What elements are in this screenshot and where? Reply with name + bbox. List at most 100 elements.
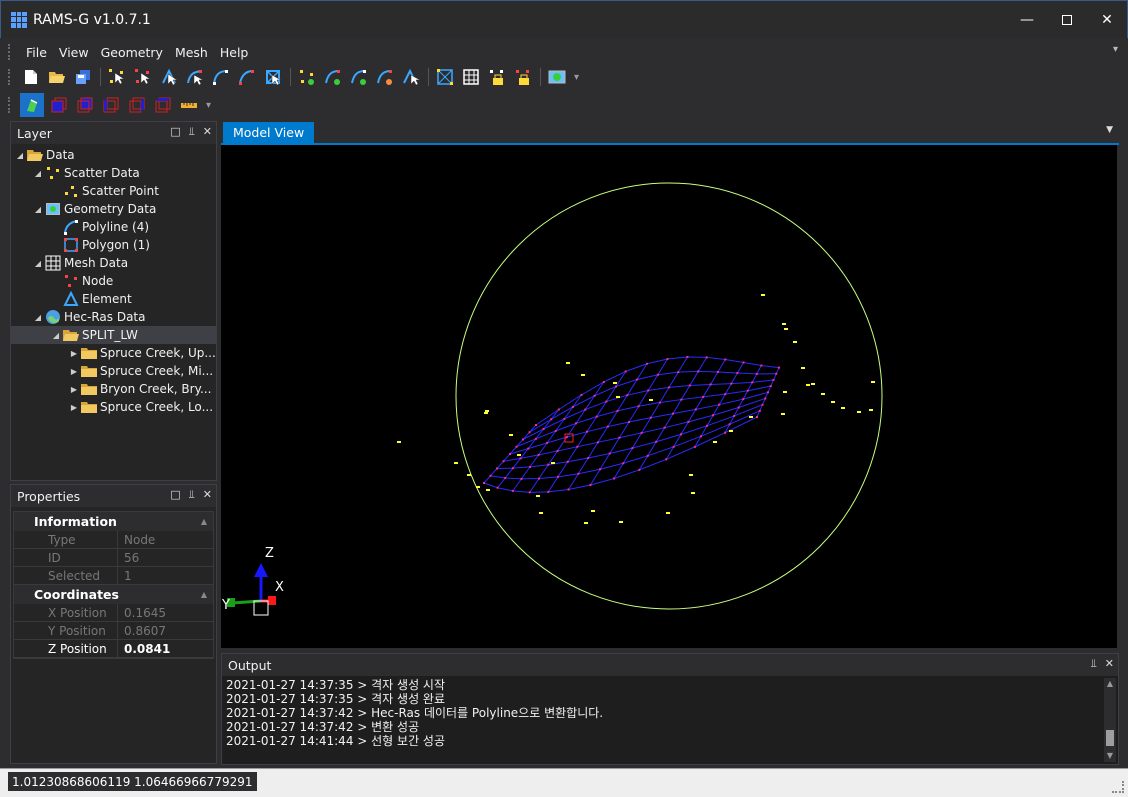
scatter-point: [781, 413, 785, 415]
scroll-down-icon[interactable]: ▼: [1104, 750, 1116, 762]
properties-float-icon[interactable]: □: [170, 488, 180, 502]
tree-item-node[interactable]: Node: [11, 272, 216, 290]
view-back-button[interactable]: [74, 94, 96, 116]
tree-item-polygon[interactable]: Polygon (1): [11, 236, 216, 254]
menu-view[interactable]: View: [53, 45, 95, 60]
add-line-button[interactable]: [348, 66, 370, 88]
expanded-icon[interactable]: ◢: [15, 151, 25, 160]
property-row-x-position[interactable]: X Position 0.1645: [14, 604, 213, 622]
expanded-icon[interactable]: ◢: [33, 259, 43, 268]
mesh-node: [672, 445, 675, 448]
tree-item-spruce-creek-mi[interactable]: ▶ Spruce Creek, Mi...: [11, 362, 216, 380]
add-polyline-button[interactable]: [322, 66, 344, 88]
property-row-id[interactable]: ID 56: [14, 549, 213, 567]
tab-model-view[interactable]: Model View: [223, 122, 315, 143]
expanded-icon[interactable]: ◢: [33, 205, 43, 214]
menu-mesh[interactable]: Mesh: [169, 45, 214, 60]
scatter-point: [485, 410, 489, 412]
toolbar-overflow-icon[interactable]: ▾: [574, 72, 579, 83]
menu-overflow-icon[interactable]: ▾: [1113, 44, 1118, 55]
property-row-selected[interactable]: Selected 1: [14, 567, 213, 585]
expanded-icon[interactable]: ◢: [33, 169, 43, 178]
collapsed-icon[interactable]: ▶: [69, 403, 79, 412]
select-vertex-button[interactable]: [158, 66, 180, 88]
tree-item-element[interactable]: Element: [11, 290, 216, 308]
resize-grip-icon[interactable]: [1112, 781, 1124, 793]
menu-file[interactable]: File: [20, 45, 53, 60]
tab-dropdown-icon[interactable]: ▼: [1106, 125, 1113, 135]
view-globe-button[interactable]: [546, 66, 568, 88]
model-viewport[interactable]: Z X Y: [221, 145, 1117, 648]
interpolate-mesh-button[interactable]: [512, 66, 534, 88]
collapse-group-icon[interactable]: ▲: [201, 517, 207, 526]
property-row-type[interactable]: Type Node: [14, 531, 213, 549]
menu-geometry[interactable]: Geometry: [95, 45, 169, 60]
toolbar2-overflow-icon[interactable]: ▾: [206, 100, 211, 111]
property-value[interactable]: 0.0841: [118, 640, 213, 657]
collapsed-icon[interactable]: ▶: [69, 385, 79, 394]
tree-item-spruce-creek-lo[interactable]: ▶ Spruce Creek, Lo...: [11, 398, 216, 416]
tree-item-polyline[interactable]: Polyline (4): [11, 218, 216, 236]
properties-close-icon[interactable]: ✕: [203, 488, 212, 502]
save-file-button[interactable]: [72, 66, 94, 88]
property-row-y-position[interactable]: Y Position 0.8607: [14, 622, 213, 640]
generate-mesh-button[interactable]: [434, 66, 456, 88]
tree-item-hecras-data[interactable]: ◢ Hec-Ras Data: [11, 308, 216, 326]
tree-item-geometry-data[interactable]: ◢ Geometry Data: [11, 200, 216, 218]
tree-item-label: Spruce Creek, Lo...: [100, 400, 214, 414]
expanded-icon[interactable]: ◢: [33, 313, 43, 322]
measure-button[interactable]: [178, 94, 200, 116]
view-top-button[interactable]: [152, 94, 174, 116]
mesh-node: [528, 491, 531, 494]
close-window-button[interactable]: ✕: [1087, 1, 1127, 39]
output-close-icon[interactable]: ✕: [1105, 657, 1114, 671]
add-polygon-button[interactable]: [374, 66, 396, 88]
expanded-icon[interactable]: ◢: [51, 331, 61, 340]
perspective-view-button[interactable]: [20, 93, 44, 117]
select-point-button[interactable]: [106, 66, 128, 88]
output-pin-icon[interactable]: ⫫: [1091, 657, 1097, 671]
view-front-button[interactable]: [48, 94, 70, 116]
layer-float-icon[interactable]: □: [170, 125, 180, 139]
menu-help[interactable]: Help: [214, 45, 255, 60]
property-group-information[interactable]: Information ▲: [14, 512, 213, 531]
collapsed-icon[interactable]: ▶: [69, 367, 79, 376]
mesh-node: [755, 372, 758, 375]
scroll-thumb[interactable]: [1106, 730, 1114, 746]
property-group-coordinates[interactable]: Coordinates ▲: [14, 585, 213, 604]
output-scrollbar[interactable]: ▲ ▼: [1104, 678, 1116, 762]
edit-vertex-button[interactable]: [400, 66, 422, 88]
layer-close-icon[interactable]: ✕: [203, 125, 212, 139]
tree-item-split-lw[interactable]: ◢ SPLIT_LW: [11, 326, 216, 344]
scene-canvas[interactable]: Z X Y: [221, 145, 1117, 648]
view-right-button[interactable]: [126, 94, 148, 116]
scroll-up-icon[interactable]: ▲: [1104, 678, 1116, 690]
mesh-node: [686, 355, 689, 358]
add-point-button[interactable]: [296, 66, 318, 88]
collapse-group-icon[interactable]: ▲: [201, 590, 207, 599]
tree-item-spruce-creek-up[interactable]: ▶ Spruce Creek, Up...: [11, 344, 216, 362]
collapsed-icon[interactable]: ▶: [69, 349, 79, 358]
tree-item-label: Bryon Creek, Bry...: [100, 382, 212, 396]
select-polyline-button[interactable]: [184, 66, 206, 88]
select-line-button[interactable]: [210, 66, 232, 88]
tree-item-scatter-point[interactable]: Scatter Point: [11, 182, 216, 200]
new-file-button[interactable]: [20, 66, 42, 88]
select-polygon-button[interactable]: [236, 66, 258, 88]
open-file-button[interactable]: [46, 66, 68, 88]
tree-item-bryon-creek[interactable]: ▶ Bryon Creek, Bry...: [11, 380, 216, 398]
tree-item-mesh-data[interactable]: ◢ Mesh Data: [11, 254, 216, 272]
mesh-grid-button[interactable]: [460, 66, 482, 88]
interpolate-button[interactable]: [486, 66, 508, 88]
tree-item-data[interactable]: ◢ Data: [11, 146, 216, 164]
select-node-button[interactable]: [132, 66, 154, 88]
minimize-button[interactable]: —: [1007, 1, 1047, 39]
select-element-button[interactable]: [262, 66, 284, 88]
tree-item-scatter-data[interactable]: ◢ Scatter Data: [11, 164, 216, 182]
view-left-button[interactable]: [100, 94, 122, 116]
output-log[interactable]: 2021-01-27 14:37:35 > 격자 생성 시작 2021-01-2…: [222, 676, 1118, 764]
properties-pin-icon[interactable]: ⫫: [189, 488, 195, 502]
property-row-z-position[interactable]: Z Position 0.0841: [14, 640, 213, 658]
layer-pin-icon[interactable]: ⫫: [189, 125, 195, 139]
maximize-button[interactable]: [1047, 1, 1087, 39]
